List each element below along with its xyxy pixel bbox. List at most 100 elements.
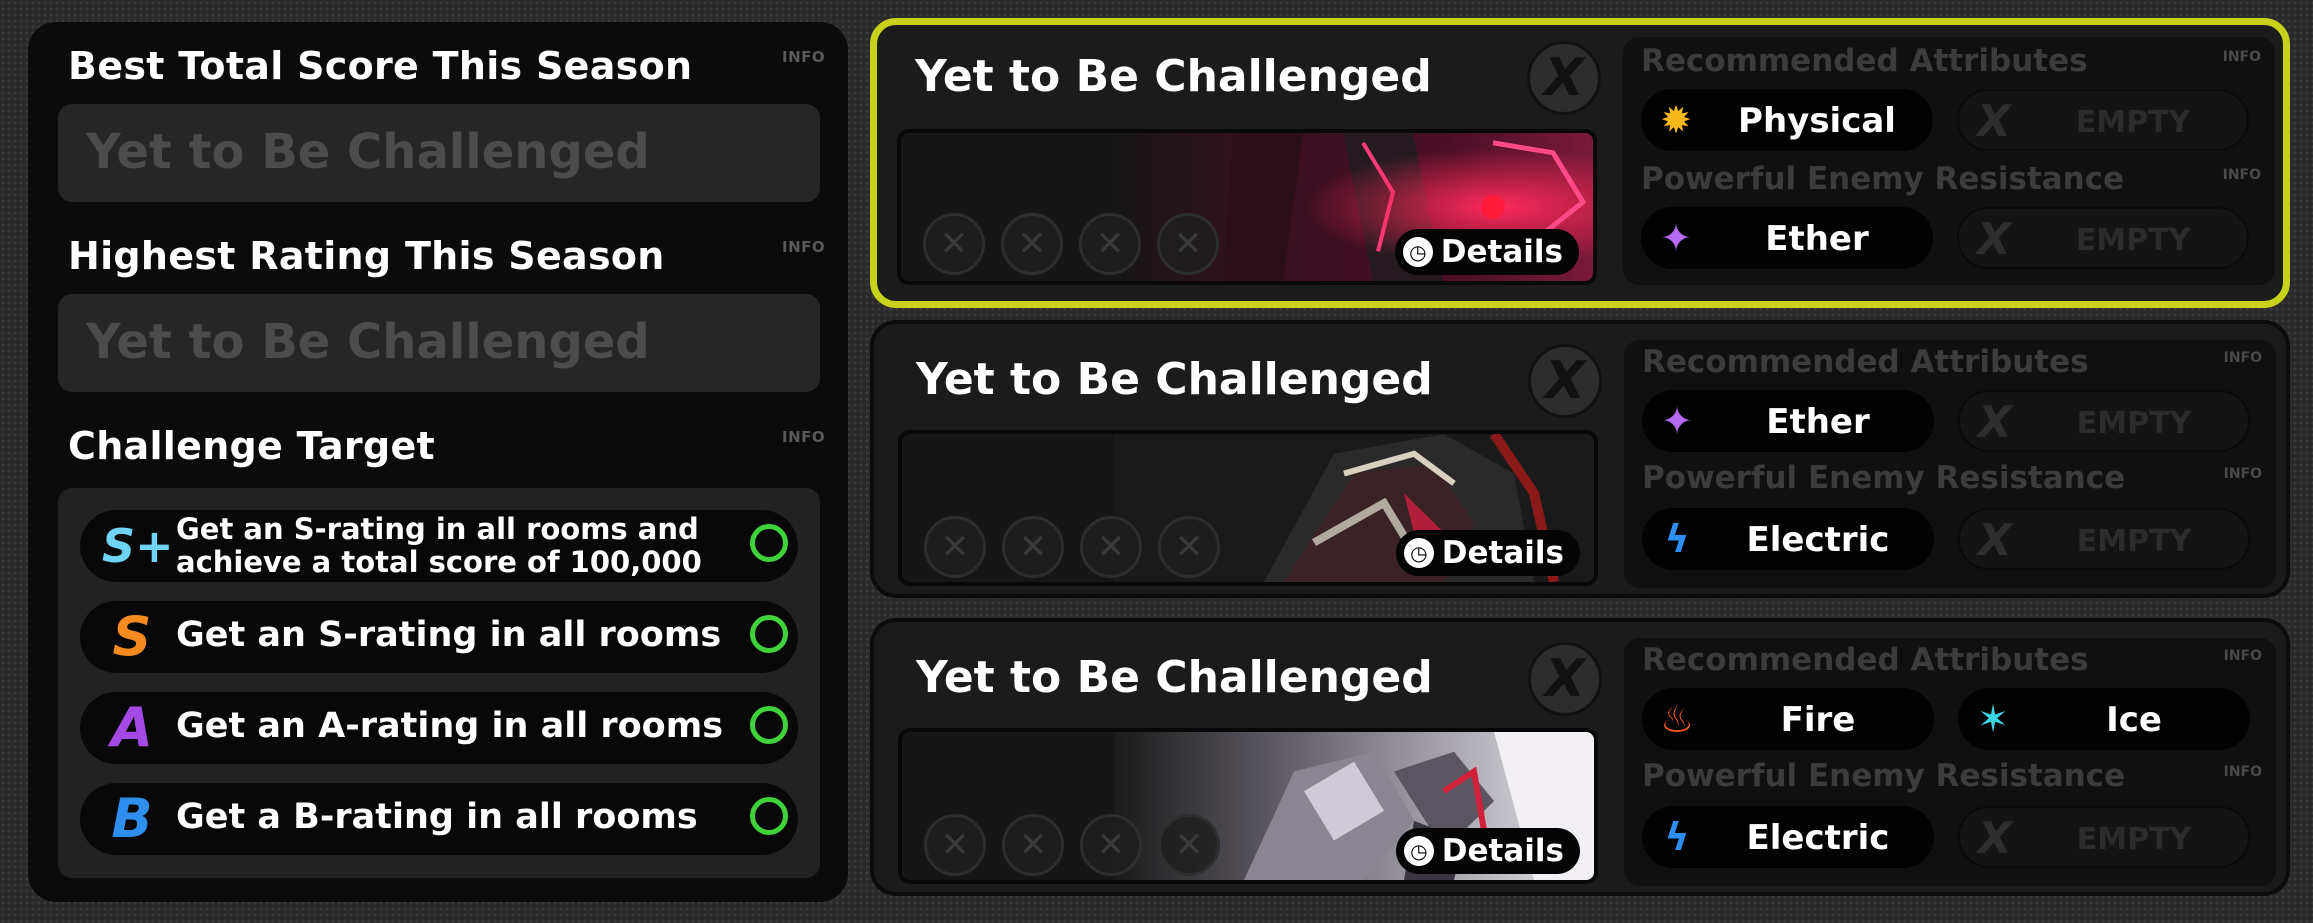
attribute-label: EMPTY (2076, 406, 2192, 441)
agent-slot-empty: ✕ (924, 814, 986, 876)
target-text: Get a B-rating in all rooms (176, 797, 698, 837)
season-summary-panel: Best Total Score This Season INFO Yet to… (28, 22, 848, 902)
agent-slot-empty: ✕ (923, 213, 985, 275)
details-button[interactable]: ◷ Details (1394, 229, 1579, 275)
challenge-card-2[interactable]: Yet to Be Challenged X ✕ ✕ ✕ ✕ ◷ Details… (870, 320, 2290, 598)
rank-s-icon: S (112, 605, 152, 668)
target-text: Get an A-rating in all rooms (176, 706, 724, 746)
attribute-pill-empty: X EMPTY (1957, 89, 2249, 151)
ether-icon: ✦ (1661, 399, 1693, 443)
rank-b-icon: B (111, 787, 153, 850)
best-score-value-box: Yet to Be Challenged (58, 104, 820, 202)
highest-rating-value-box: Yet to Be Challenged (58, 294, 820, 392)
empty-x-icon: X (1977, 96, 2011, 147)
enemy-resistance-title: Powerful Enemy Resistance (1641, 161, 2125, 197)
resistance-info-button[interactable]: INFO (2224, 466, 2262, 482)
recommended-info-button[interactable]: INFO (2224, 648, 2262, 664)
attribute-panel: Recommended Attributes INFO ✦ Ether X EM… (1624, 340, 2276, 588)
attribute-label: Ice (2106, 700, 2162, 740)
empty-x-icon: X (1977, 214, 2011, 265)
agent-slot-empty: ✕ (1002, 814, 1064, 876)
agent-slot-empty: ✕ (1002, 516, 1064, 578)
empty-x-icon: X (1978, 397, 2012, 448)
agent-slot-empty: ✕ (1080, 814, 1142, 876)
attribute-label: EMPTY (2076, 822, 2192, 857)
attribute-label: Physical (1738, 101, 1896, 141)
remove-x-button[interactable]: X (1528, 344, 1602, 418)
agent-slot-empty: ✕ (1158, 516, 1220, 578)
attribute-label: EMPTY (2075, 105, 2191, 140)
enemy-resistance-title: Powerful Enemy Resistance (1642, 460, 2126, 496)
challenge-target-info-button[interactable]: INFO (782, 428, 825, 446)
ether-icon: ✦ (1660, 216, 1692, 260)
empty-x-icon: X (1978, 813, 2012, 864)
attribute-label: Electric (1746, 520, 1890, 560)
recommended-info-button[interactable]: INFO (2224, 350, 2262, 366)
target-text-line1: Get an S-rating in all rooms and (176, 512, 699, 546)
attribute-label: Electric (1746, 818, 1890, 858)
fire-icon: ♨ (1659, 697, 1695, 741)
empty-x-icon: X (1978, 515, 2012, 566)
best-score-title: Best Total Score This Season (68, 44, 693, 88)
attribute-label: EMPTY (2075, 223, 2191, 258)
goal-status-ring-icon (750, 706, 788, 744)
rank-a-icon: A (111, 696, 153, 759)
agent-slot-empty: ✕ (1157, 213, 1219, 275)
attribute-pill-empty: X EMPTY (1958, 390, 2250, 452)
stage-preview-image[interactable]: ✕ ✕ ✕ ✕ ◷ Details (898, 430, 1598, 586)
agent-slot-empty: ✕ (1001, 213, 1063, 275)
resistance-info-button[interactable]: INFO (2224, 764, 2262, 780)
target-row-s-plus: S+ Get an S-rating in all rooms and achi… (80, 510, 798, 582)
details-label: Details (1440, 234, 1563, 270)
rank-s-plus-icon: S+ (102, 519, 174, 573)
details-button[interactable]: ◷ Details (1395, 530, 1580, 576)
attribute-pill-empty: X EMPTY (1958, 508, 2250, 570)
agent-slot-empty: ✕ (1080, 516, 1142, 578)
challenge-card-3[interactable]: Yet to Be Challenged X ✕ ✕ ✕ ✕ ◷ Details… (870, 618, 2290, 896)
attribute-pill: ✦ Ether (1642, 390, 1934, 452)
physical-icon: ✹ (1660, 98, 1692, 142)
attribute-label: Fire (1780, 700, 1856, 740)
attribute-pill: ϟ Electric (1642, 508, 1934, 570)
challenge-target-list: S+ Get an S-rating in all rooms and achi… (58, 488, 820, 878)
remove-x-button[interactable]: X (1527, 41, 1601, 115)
attribute-pill: ϟ Electric (1642, 806, 1934, 868)
target-text: Get an S-rating in all rooms and achieve… (176, 513, 702, 579)
recommended-attributes-title: Recommended Attributes (1642, 642, 2089, 678)
highest-rating-title: Highest Rating This Season (68, 234, 665, 278)
agent-slot-empty: ✕ (1158, 814, 1220, 876)
agent-slot-empty: ✕ (1079, 213, 1141, 275)
highest-rating-value: Yet to Be Challenged (86, 314, 650, 370)
stage-preview-image[interactable]: ✕ ✕ ✕ ✕ ◷ Details (898, 728, 1598, 884)
best-score-value: Yet to Be Challenged (86, 124, 650, 180)
recommended-info-button[interactable]: INFO (2223, 49, 2261, 65)
resistance-info-button[interactable]: INFO (2223, 167, 2261, 183)
clock-icon: ◷ (1403, 836, 1434, 866)
attribute-pill-empty: X EMPTY (1957, 207, 2249, 269)
clock-icon: ◷ (1403, 538, 1434, 568)
goal-status-ring-icon (750, 524, 788, 562)
challenge-target-title: Challenge Target (68, 424, 436, 468)
best-score-info-button[interactable]: INFO (782, 48, 825, 66)
card-title: Yet to Be Challenged (915, 51, 1432, 102)
challenge-card-1[interactable]: Yet to Be Challenged X ✕ ✕ ✕ ✕ ◷ Details (870, 18, 2290, 308)
attribute-pill-empty: X EMPTY (1958, 806, 2250, 868)
details-button[interactable]: ◷ Details (1395, 828, 1580, 874)
details-label: Details (1441, 833, 1564, 869)
recommended-attributes-title: Recommended Attributes (1641, 43, 2088, 79)
recommended-attributes-title: Recommended Attributes (1642, 344, 2089, 380)
attribute-panel: Recommended Attributes INFO ✹ Physical X… (1623, 37, 2275, 285)
attribute-pill: ♨ Fire (1642, 688, 1934, 750)
target-text: Get an S-rating in all rooms (176, 615, 722, 655)
stage-preview-image[interactable]: ✕ ✕ ✕ ✕ ◷ Details (897, 129, 1597, 285)
card-title: Yet to Be Challenged (916, 652, 1433, 703)
agent-slot-empty: ✕ (924, 516, 986, 578)
goal-status-ring-icon (750, 797, 788, 835)
electric-icon: ϟ (1664, 517, 1690, 561)
highest-rating-info-button[interactable]: INFO (782, 238, 825, 256)
attribute-pill: ✦ Ether (1641, 207, 1933, 269)
target-text-line2: achieve a total score of 100,000 (176, 545, 702, 579)
attribute-pill: ✹ Physical (1641, 89, 1933, 151)
remove-x-button[interactable]: X (1528, 642, 1602, 716)
goal-status-ring-icon (750, 615, 788, 653)
